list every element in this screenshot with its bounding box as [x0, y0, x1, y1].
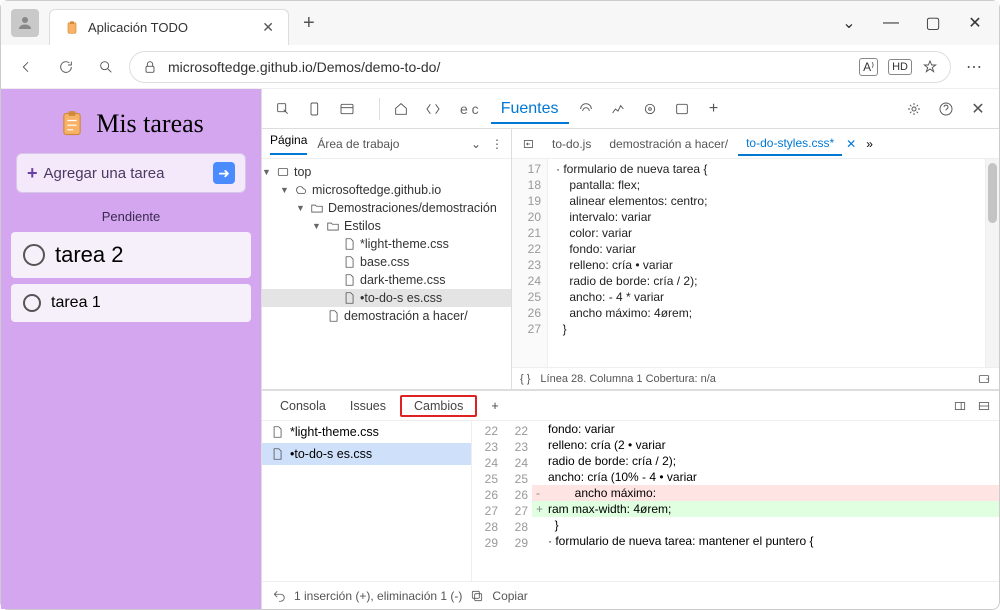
add-task-input[interactable]: + Agregar una tarea ➜ [16, 153, 246, 193]
inspect-icon[interactable] [268, 94, 298, 124]
diff-summary: 1 inserción (+), eliminación 1 (-) [294, 589, 462, 603]
sources-editor: to-do.jsdemostración a hacer/to-do-style… [512, 129, 999, 389]
new-tab-button[interactable]: + [299, 8, 319, 39]
url-text: microsoftedge.github.io/Demos/demo-to-do… [168, 59, 440, 75]
editor-tab[interactable]: to-do.js [544, 132, 599, 156]
application-icon[interactable] [667, 94, 697, 124]
menu-button[interactable]: ⋯ [957, 50, 991, 84]
app-pane: Mis tareas + Agregar una tarea ➜ Pendien… [1, 89, 261, 609]
tree-folder[interactable]: ▼Estilos [262, 217, 511, 235]
home-icon[interactable] [386, 94, 416, 124]
devtools-tabs: e c Fuentes + ✕ [262, 89, 999, 129]
changes-file-list: *light-theme.css•to-do-s es.css [262, 421, 472, 581]
submit-task-button[interactable]: ➜ [213, 162, 235, 184]
tab-title: Aplicación TODO [88, 20, 254, 35]
clipboard-icon [64, 20, 80, 36]
nav-back-icon[interactable] [518, 129, 540, 159]
read-aloud-icon[interactable]: A⁾ [859, 58, 878, 76]
close-devtools-icon[interactable]: ✕ [963, 94, 993, 124]
maximize-button[interactable]: ▢ [913, 8, 953, 38]
memory-icon[interactable] [635, 94, 665, 124]
editor-tab[interactable]: to-do-styles.css* [738, 132, 842, 156]
add-panel-icon[interactable]: + [699, 94, 729, 124]
task-label: tarea 1 [51, 294, 101, 312]
tree-top[interactable]: ▼top [262, 163, 511, 181]
more-tabs-icon[interactable]: » [866, 137, 873, 151]
devtools-drawer: Consola Issues Cambios + *light-theme.cs… [262, 389, 999, 609]
tab-console[interactable]: Consola [270, 395, 336, 417]
code-editor[interactable]: · formulario de nueva tarea { pantalla: … [548, 159, 985, 367]
dock-side-icon[interactable] [953, 399, 967, 413]
close-tab-icon[interactable]: ✕ [262, 19, 274, 36]
help-icon[interactable] [931, 94, 961, 124]
browser-tab[interactable]: Aplicación TODO ✕ [49, 9, 289, 45]
dock-icon[interactable] [332, 94, 362, 124]
close-window-button[interactable]: ✕ [955, 8, 995, 38]
tree-file[interactable]: demostración a hacer/ [262, 307, 511, 325]
nav-page-tab[interactable]: Página [270, 133, 307, 155]
sources-navigator: Página Área de trabajo ⌄ ⋮ ▼top ▼microso… [262, 129, 512, 389]
task-item[interactable]: tarea 2 [11, 232, 251, 278]
lock-icon [142, 59, 158, 75]
coverage-icon[interactable] [977, 372, 991, 386]
more-icon[interactable]: ⋮ [491, 137, 503, 151]
browser-toolbar: microsoftedge.github.io/Demos/demo-to-do… [1, 45, 999, 89]
tree-host[interactable]: ▼microsoftedge.github.io [262, 181, 511, 199]
task-item[interactable]: tarea 1 [11, 284, 251, 322]
tree-file[interactable]: •to-do-s es.css [262, 289, 511, 307]
chevron-down-icon[interactable]: ⌄ [471, 137, 481, 151]
clipboard-icon [58, 110, 86, 138]
changes-file[interactable]: *light-theme.css [262, 421, 471, 443]
task-checkbox[interactable] [23, 294, 41, 312]
editor-status: { } Línea 28. Columna 1 Cobertura: n/a [512, 367, 999, 389]
task-checkbox[interactable] [23, 244, 45, 266]
profile-avatar[interactable] [11, 9, 39, 37]
device-icon[interactable] [300, 94, 330, 124]
pending-label: Pendiente [102, 209, 161, 224]
search-icon[interactable] [89, 50, 123, 84]
devtools: e c Fuentes + ✕ Página Área de trabajo ⌄… [261, 89, 999, 609]
performance-icon[interactable] [603, 94, 633, 124]
tree-file[interactable]: dark-theme.css [262, 271, 511, 289]
close-file-icon[interactable]: ✕ [846, 137, 856, 151]
console-tab-hint[interactable]: e c [450, 95, 489, 123]
favorite-icon[interactable] [922, 59, 938, 75]
changes-file[interactable]: •to-do-s es.css [262, 443, 471, 465]
plus-icon: + [27, 163, 38, 184]
caret-down-icon[interactable]: ⌄ [829, 8, 869, 38]
editor-scrollbar[interactable] [985, 159, 999, 367]
file-tree: ▼top ▼microsoftedge.github.io ▼Demostrac… [262, 159, 511, 389]
copy-label[interactable]: Copiar [492, 589, 527, 603]
minimize-button[interactable]: — [871, 8, 911, 38]
tab-changes[interactable]: Cambios [400, 395, 477, 417]
tab-issues[interactable]: Issues [340, 395, 396, 417]
elements-icon[interactable] [418, 94, 448, 124]
diff-view[interactable]: 2223242526272829 2223242526272829 fondo:… [472, 421, 999, 581]
copy-icon[interactable] [470, 589, 484, 603]
add-drawer-tab[interactable]: + [481, 395, 508, 417]
app-title: Mis tareas [58, 99, 204, 153]
tree-folder[interactable]: ▼Demostraciones/demostración [262, 199, 511, 217]
titlebar: Aplicación TODO ✕ + ⌄ — ▢ ✕ [1, 1, 999, 45]
settings-icon[interactable] [899, 94, 929, 124]
network-icon[interactable] [571, 94, 601, 124]
refresh-button[interactable] [49, 50, 83, 84]
tree-file[interactable]: *light-theme.css [262, 235, 511, 253]
tab-sources[interactable]: Fuentes [491, 94, 569, 124]
back-button[interactable] [9, 50, 43, 84]
add-task-placeholder: Agregar una tarea [44, 165, 165, 182]
undo-icon[interactable] [272, 589, 286, 603]
address-bar[interactable]: microsoftedge.github.io/Demos/demo-to-do… [129, 51, 951, 83]
editor-tab[interactable]: demostración a hacer/ [601, 132, 736, 156]
expand-icon[interactable] [977, 399, 991, 413]
translate-icon[interactable]: HD [888, 59, 912, 75]
task-label: tarea 2 [55, 242, 124, 268]
task-list: tarea 2 tarea 1 [11, 232, 251, 328]
tree-file[interactable]: base.css [262, 253, 511, 271]
nav-workspace-tab[interactable]: Área de trabajo [317, 137, 399, 151]
